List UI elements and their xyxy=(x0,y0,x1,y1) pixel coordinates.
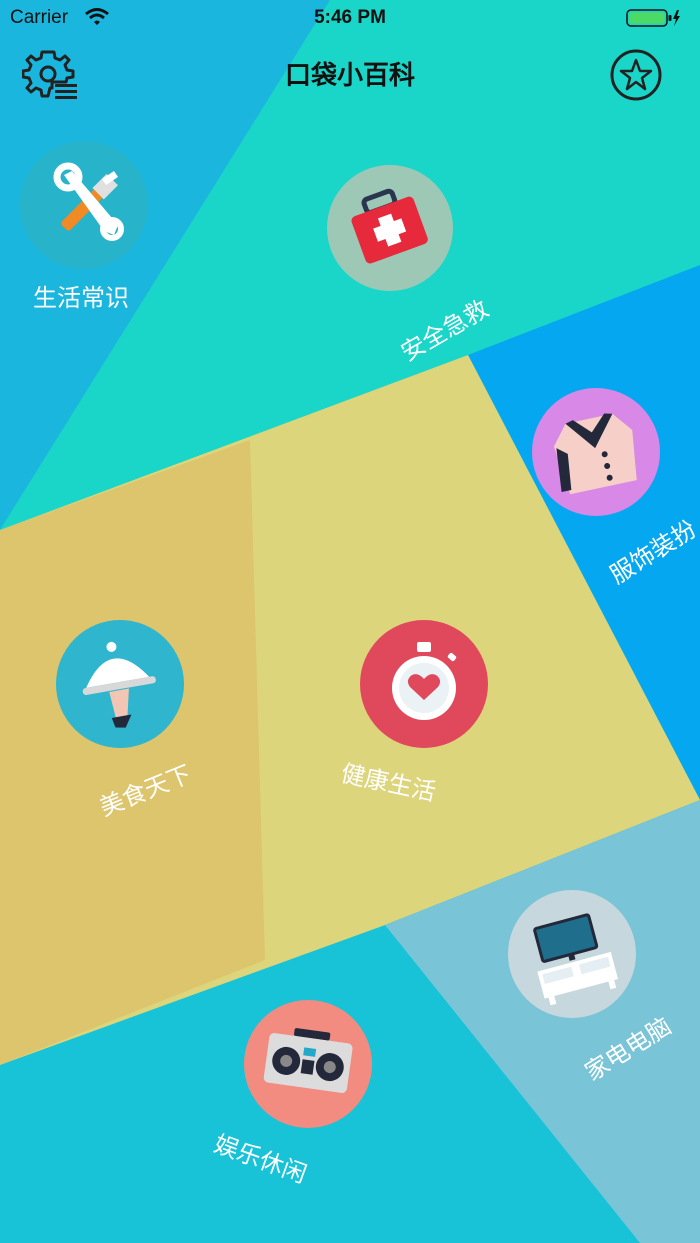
tv-cabinet-icon xyxy=(508,890,636,1018)
category-health-circle[interactable] xyxy=(360,620,488,748)
jacket-icon xyxy=(532,388,660,516)
category-life-label: 生活常识 xyxy=(33,284,129,312)
category-fashion-circle[interactable] xyxy=(532,388,660,516)
home-screen: Carrier 5:46 PM 口袋小百科 生活常识 安全急救 服饰装扮 美食天… xyxy=(0,0,700,1243)
category-safety-circle[interactable] xyxy=(327,165,453,291)
category-leisure-circle[interactable] xyxy=(244,1000,372,1128)
category-food-circle[interactable] xyxy=(56,620,184,748)
star-icon xyxy=(610,49,662,101)
page-title: 口袋小百科 xyxy=(284,61,415,91)
tools-icon xyxy=(20,141,148,269)
heart-stopwatch-icon xyxy=(360,620,488,748)
category-appliance-circle[interactable] xyxy=(508,890,636,1018)
battery-icon xyxy=(626,9,680,27)
status-bar: Carrier 5:46 PM xyxy=(0,0,700,36)
food-cloche-icon xyxy=(56,620,184,748)
favorites-button[interactable] xyxy=(609,48,663,102)
first-aid-kit-icon xyxy=(327,165,453,291)
boombox-icon xyxy=(244,1000,372,1128)
clock-label: 5:46 PM xyxy=(314,7,386,28)
category-life-circle[interactable] xyxy=(20,141,148,269)
